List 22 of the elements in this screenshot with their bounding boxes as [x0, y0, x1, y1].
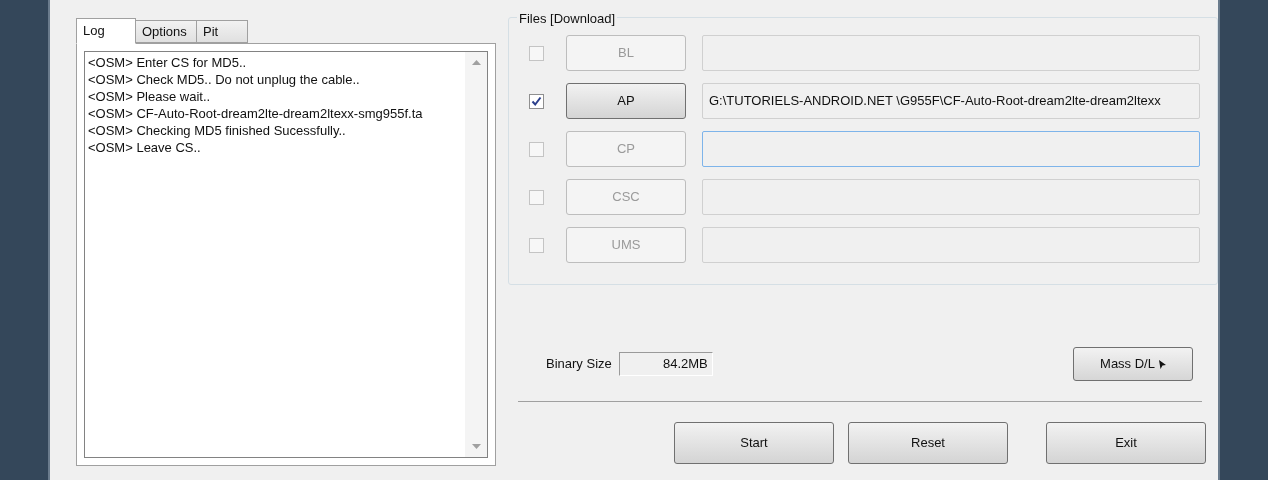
action-button[interactable]: Exit — [1046, 422, 1206, 464]
scrollbar[interactable] — [465, 52, 487, 457]
mass-dl-button[interactable]: Mass D/L — [1073, 347, 1193, 381]
field-label: Binary Size — [546, 355, 612, 374]
log-line: <OSM> Checking MD5 finished Sucessfully.. — [88, 122, 347, 139]
action-button[interactable]: Reset — [848, 422, 1008, 464]
file-button[interactable]: AP — [566, 83, 686, 119]
log-line: <OSM> Leave CS.. — [88, 139, 202, 156]
action-button[interactable]: Start — [674, 422, 834, 464]
checkbox[interactable] — [529, 93, 544, 109]
pointer-icon — [1158, 359, 1166, 369]
tab[interactable]: Log — [76, 18, 136, 44]
binary-size-field: 84.2MB — [618, 352, 713, 376]
tab[interactable]: Options — [135, 20, 197, 43]
log-line: <OSM> CF-Auto-Root-dream2lte-dream2ltexx-smg955f.ta — [88, 105, 424, 122]
scroll-up-icon[interactable] — [471, 60, 481, 65]
tab[interactable]: Pit — [196, 20, 248, 43]
log-line: <OSM> Please wait.. — [88, 88, 212, 105]
scroll-down-icon[interactable] — [471, 444, 481, 449]
log-line: <OSM> Enter CS for MD5.. — [88, 54, 248, 71]
file-path-field[interactable]: G:\TUTORIELS-ANDROID.NET \G955F\CF-Auto-Root-dream2lte-dream2ltexx — [702, 83, 1200, 119]
log-line: <OSM> Check MD5.. Do not unplug the cable.. — [88, 71, 361, 88]
